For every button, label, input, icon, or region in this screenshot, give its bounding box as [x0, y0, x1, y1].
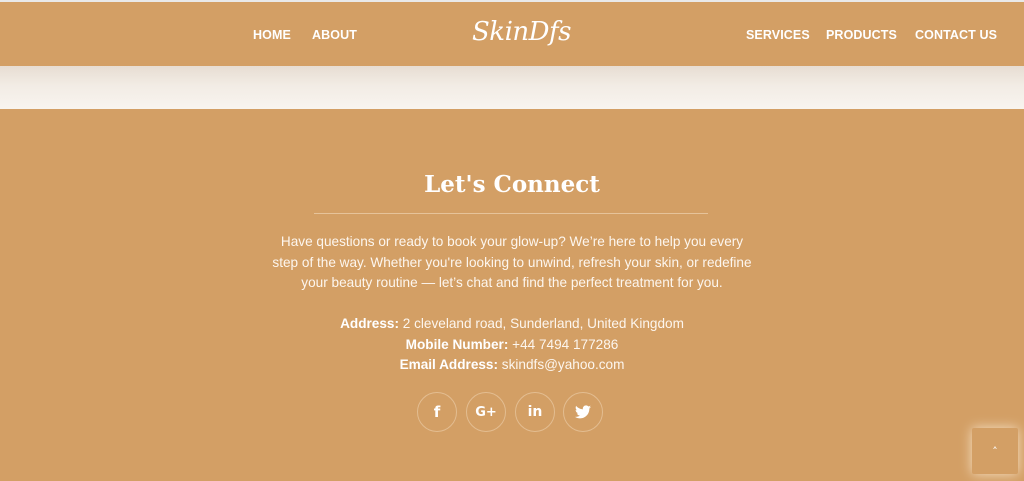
address-row: Address: 2 cleveland road, Sunderland, U… — [232, 314, 792, 335]
email-value[interactable]: skindfs@yahoo.com — [498, 357, 625, 372]
contact-details: Address: 2 cleveland road, Sunderland, U… — [232, 314, 792, 376]
site-logo[interactable]: SkinDfs — [472, 17, 571, 47]
nav-contact-link[interactable]: CONTACT US — [915, 28, 997, 42]
description-line: Have questions or ready to book your glo… — [280, 234, 744, 249]
email-label: Email Address: — [399, 357, 499, 372]
mobile-label: Mobile Number: — [405, 336, 509, 352]
hero-bottom-strip — [0, 66, 1024, 109]
mobile-value[interactable]: +44 7494 177286 — [508, 337, 618, 352]
nav-products-link[interactable]: PRODUCTS — [826, 28, 897, 42]
address-label: Address: — [340, 316, 399, 331]
scroll-to-top-button[interactable]: ˄ — [972, 428, 1018, 474]
mobile-row: Mobile Number: +44 7494 177286 — [232, 335, 792, 356]
social-links: f G+ in 🐦 — [417, 392, 607, 434]
nav-about-link[interactable]: ABOUT — [312, 28, 357, 42]
google-plus-icon[interactable]: G+ — [466, 392, 506, 432]
nav-services-link[interactable]: SERVICES — [746, 28, 810, 42]
facebook-glyph: f — [433, 403, 441, 421]
twitter-bird-icon — [575, 405, 591, 419]
title-divider — [314, 213, 708, 214]
twitter-icon[interactable]: 🐦 — [563, 392, 603, 432]
google-plus-glyph: G+ — [475, 404, 497, 420]
linkedin-icon[interactable]: in — [515, 392, 555, 432]
address-value: 2 cleveland road, Sunderland, United Kin… — [399, 316, 684, 331]
chevron-up-icon: ˄ — [992, 444, 998, 458]
connect-title: Let's Connect — [424, 171, 600, 198]
description-line: step of the way. Whether you're looking … — [272, 254, 752, 270]
connect-description: Have questions or ready to book your glo… — [232, 232, 792, 294]
description-line: your beauty routine — let’s chat and fin… — [301, 275, 723, 290]
navbar: HOME ABOUT SkinDfs SERVICES PRODUCTS CON… — [0, 2, 1024, 66]
nav-home-link[interactable]: HOME — [253, 28, 291, 42]
facebook-icon[interactable]: f — [417, 392, 457, 432]
linkedin-glyph: in — [527, 404, 543, 420]
connect-section: Let's Connect Have questions or ready to… — [0, 109, 1024, 481]
email-row: Email Address: skindfs@yahoo.com — [232, 355, 792, 376]
